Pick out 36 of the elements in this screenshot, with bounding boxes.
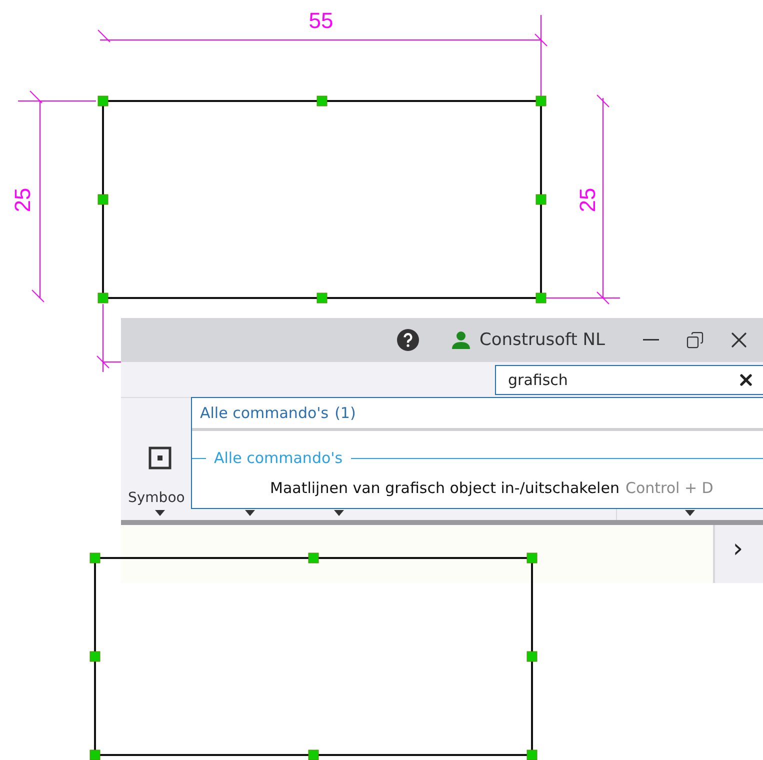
- dimension-label: 25: [575, 188, 600, 212]
- rectangle-shape[interactable]: [102, 100, 542, 299]
- results-header: Alle commando's: [200, 404, 329, 422]
- selection-handle[interactable]: [98, 96, 108, 106]
- selection-handle[interactable]: [526, 651, 538, 662]
- selection-handle[interactable]: [316, 292, 328, 304]
- user-icon: [451, 331, 472, 349]
- group-heading: Alle commando's: [214, 449, 343, 467]
- selection-handle[interactable]: [90, 750, 100, 760]
- selection-handle[interactable]: [90, 651, 100, 662]
- shortcut-text: Control + D: [625, 479, 714, 497]
- rectangle-shape[interactable]: [94, 557, 533, 756]
- account-name[interactable]: Construsoft NL: [479, 330, 605, 350]
- minimize-icon: [643, 339, 659, 341]
- search-input[interactable]: grafisch: [506, 370, 737, 390]
- search-field[interactable]: grafisch: [495, 364, 763, 394]
- selection-handle[interactable]: [90, 552, 100, 564]
- help-icon[interactable]: [397, 329, 420, 351]
- command-item[interactable]: Maatlijnen van grafisch object in-/uitschakelen: [270, 479, 620, 497]
- selection-handle[interactable]: [308, 750, 319, 760]
- results-count: (1): [334, 404, 356, 422]
- selection-handle[interactable]: [536, 96, 546, 106]
- restore-icon: [686, 331, 704, 349]
- dimension-label: 25: [10, 188, 35, 212]
- dimension-label: 55: [308, 8, 334, 33]
- selection-handle[interactable]: [526, 750, 538, 760]
- ribbon-label[interactable]: Symboo: [128, 490, 185, 506]
- selection-handle[interactable]: [536, 194, 546, 205]
- selection-handle[interactable]: [536, 292, 546, 304]
- caret-icon: [154, 510, 165, 516]
- symbol-tool-icon[interactable]: [148, 446, 172, 470]
- selection-handle[interactable]: [308, 552, 319, 564]
- selection-handle[interactable]: [98, 194, 108, 205]
- selection-handle[interactable]: [526, 552, 538, 564]
- selection-handle[interactable]: [316, 96, 328, 106]
- selection-handle[interactable]: [98, 292, 108, 304]
